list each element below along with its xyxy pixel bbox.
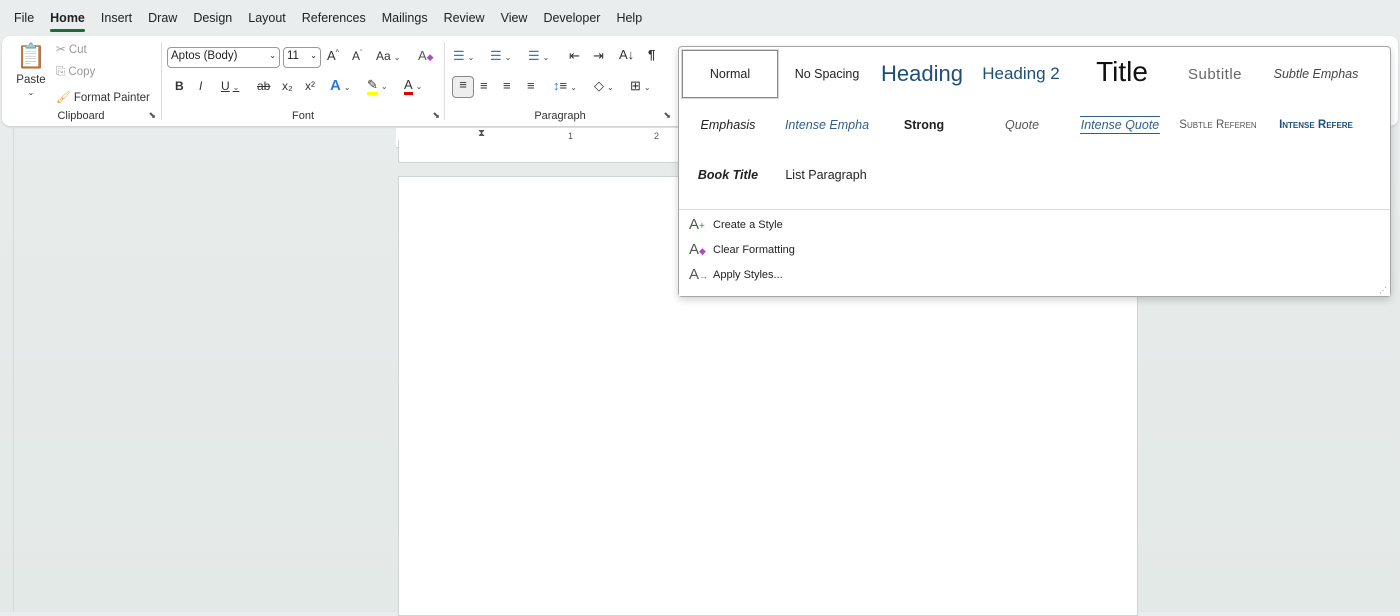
- style-list-paragraph[interactable]: List Paragraph: [777, 150, 875, 200]
- text-effects-icon[interactable]: A ⌄: [330, 77, 351, 94]
- subscript-button[interactable]: x₂: [282, 79, 293, 93]
- style-intense-emphasis[interactable]: Intense Empha: [778, 100, 876, 150]
- paragraph-group: ☰ ⌄ ☰ ⌄ ☰ ⌄ ⇤ ⇥ A↓ ¶ ≡ ≡ ≡ ≡ ↕≡ ⌄ ◇ ⌄ ⊞ ⌄ Para…: [445, 36, 675, 126]
- highlighter-icon: ✎: [367, 77, 378, 95]
- superscript-button[interactable]: x²: [305, 79, 315, 93]
- tab-draw[interactable]: Draw: [140, 7, 185, 29]
- clear-formatting-icon: A◆: [689, 241, 706, 258]
- ribbon-tabs: File Home Insert Draw Design Layout Refe…: [0, 0, 1400, 36]
- style-heading[interactable]: Heading: [873, 49, 971, 99]
- multilevel-list-icon[interactable]: ☰ ⌄: [528, 48, 549, 64]
- tab-view[interactable]: View: [493, 7, 536, 29]
- style-normal[interactable]: Normal: [681, 49, 779, 99]
- tab-review[interactable]: Review: [436, 7, 493, 29]
- decrease-indent-icon[interactable]: ⇤: [569, 48, 580, 64]
- tab-developer[interactable]: Developer: [535, 7, 608, 29]
- increase-indent-icon[interactable]: ⇥: [593, 48, 604, 64]
- vertical-ruler: [0, 126, 14, 612]
- clipboard-launcher-icon[interactable]: ⬊: [148, 110, 156, 121]
- styles-menu: A+ Create a Style A◆ Clear Formatting A→ Ap…: [679, 209, 1390, 296]
- create-style-icon: A+: [689, 216, 705, 233]
- italic-button[interactable]: I: [199, 79, 202, 93]
- align-center-icon[interactable]: ≡: [480, 78, 488, 93]
- style-intense-quote[interactable]: Intense Quote: [1071, 100, 1169, 150]
- clear-formatting-icon[interactable]: A◆: [418, 48, 434, 63]
- style-subtle-emphasis[interactable]: Subtle Emphas: [1267, 49, 1365, 99]
- tab-design[interactable]: Design: [185, 7, 240, 29]
- scissors-icon: ✂: [56, 44, 66, 56]
- resize-grip-icon[interactable]: ⋰: [1379, 286, 1387, 295]
- style-title[interactable]: Title: [1073, 47, 1171, 97]
- style-subtitle[interactable]: Subtitle: [1166, 49, 1264, 99]
- paste-dropdown-icon[interactable]: ⌄: [24, 88, 38, 97]
- tab-insert[interactable]: Insert: [93, 7, 140, 29]
- style-intense-reference[interactable]: Intense Refere: [1267, 100, 1365, 150]
- style-subtle-reference[interactable]: Subtle Referen: [1169, 100, 1267, 150]
- paragraph-label: Paragraph: [534, 110, 586, 122]
- bold-button[interactable]: B: [175, 79, 184, 93]
- tab-file[interactable]: File: [6, 7, 42, 29]
- clipboard-group: 📋 Paste ⌄ ✂ Cut ⎘ Copy 🖌 Format Painter …: [2, 36, 160, 126]
- sort-icon[interactable]: A↓: [619, 47, 634, 62]
- style-quote[interactable]: Quote: [973, 100, 1071, 150]
- align-left-icon[interactable]: ≡: [452, 76, 474, 98]
- create-style-item[interactable]: A+ Create a Style: [689, 216, 783, 233]
- apply-styles-icon: A→: [689, 266, 709, 283]
- style-heading-2[interactable]: Heading 2: [972, 49, 1070, 99]
- tab-home[interactable]: Home: [42, 7, 93, 32]
- show-formatting-icon[interactable]: ¶: [648, 47, 655, 62]
- shading-icon[interactable]: ◇ ⌄: [594, 78, 614, 94]
- change-case-button[interactable]: Aa ⌄: [376, 49, 400, 63]
- grow-font-icon[interactable]: A^: [327, 48, 339, 63]
- format-painter-button[interactable]: 🖌 Format Painter: [56, 90, 150, 104]
- style-emphasis[interactable]: Emphasis: [679, 100, 777, 150]
- font-launcher-icon[interactable]: ⬊: [432, 110, 440, 121]
- clipboard-label: Clipboard: [57, 110, 105, 122]
- font-size-combo[interactable]: 11 ⌄: [283, 47, 321, 68]
- indent-marker-icon[interactable]: ⧗: [478, 128, 485, 139]
- font-color-button[interactable]: A ⌄: [404, 77, 422, 95]
- paste-button[interactable]: Paste: [14, 74, 48, 86]
- style-strong[interactable]: Strong: [875, 100, 973, 150]
- tab-help[interactable]: Help: [608, 7, 650, 29]
- copy-icon: ⎘: [56, 66, 66, 78]
- paragraph-launcher-icon[interactable]: ⬊: [663, 110, 671, 121]
- bullets-icon[interactable]: ☰ ⌄: [453, 48, 474, 64]
- font-color-icon: A: [404, 77, 413, 95]
- borders-icon[interactable]: ⊞ ⌄: [630, 78, 651, 94]
- highlight-color-button[interactable]: ✎ ⌄: [367, 77, 388, 95]
- cut-button[interactable]: ✂ Cut: [56, 42, 87, 56]
- font-label: Font: [291, 110, 314, 122]
- style-no-spacing[interactable]: No Spacing: [778, 49, 876, 99]
- justify-icon[interactable]: ≡: [527, 78, 535, 93]
- numbering-icon[interactable]: ☰ ⌄: [490, 48, 511, 64]
- clear-formatting-item[interactable]: A◆ Clear Formatting: [689, 241, 795, 258]
- paste-icon[interactable]: 📋: [16, 42, 46, 71]
- font-name-combo[interactable]: Aptos (Body) ⌄: [167, 47, 280, 68]
- apply-styles-item[interactable]: A→ Apply Styles...: [689, 266, 783, 283]
- align-right-icon[interactable]: ≡: [503, 78, 511, 93]
- tab-mailings[interactable]: Mailings: [374, 7, 436, 29]
- line-spacing-icon[interactable]: ↕≡ ⌄: [553, 78, 577, 93]
- paintbrush-icon: 🖌: [56, 92, 71, 104]
- shrink-font-icon[interactable]: Aˇ: [352, 49, 362, 63]
- font-group: Aptos (Body) ⌄ 11 ⌄ A^ Aˇ Aa ⌄ A◆ B I U ⌄ ab…: [162, 36, 444, 126]
- styles-gallery: Normal No Spacing Heading Heading 2 Titl…: [678, 46, 1391, 297]
- strikethrough-button[interactable]: ab: [257, 79, 270, 93]
- previous-page: [398, 140, 680, 163]
- underline-button[interactable]: U ⌄: [221, 79, 239, 93]
- tab-references[interactable]: References: [294, 7, 374, 29]
- tab-layout[interactable]: Layout: [240, 7, 294, 29]
- copy-button[interactable]: ⎘ Copy: [56, 66, 95, 79]
- style-book-title[interactable]: Book Title: [679, 150, 777, 200]
